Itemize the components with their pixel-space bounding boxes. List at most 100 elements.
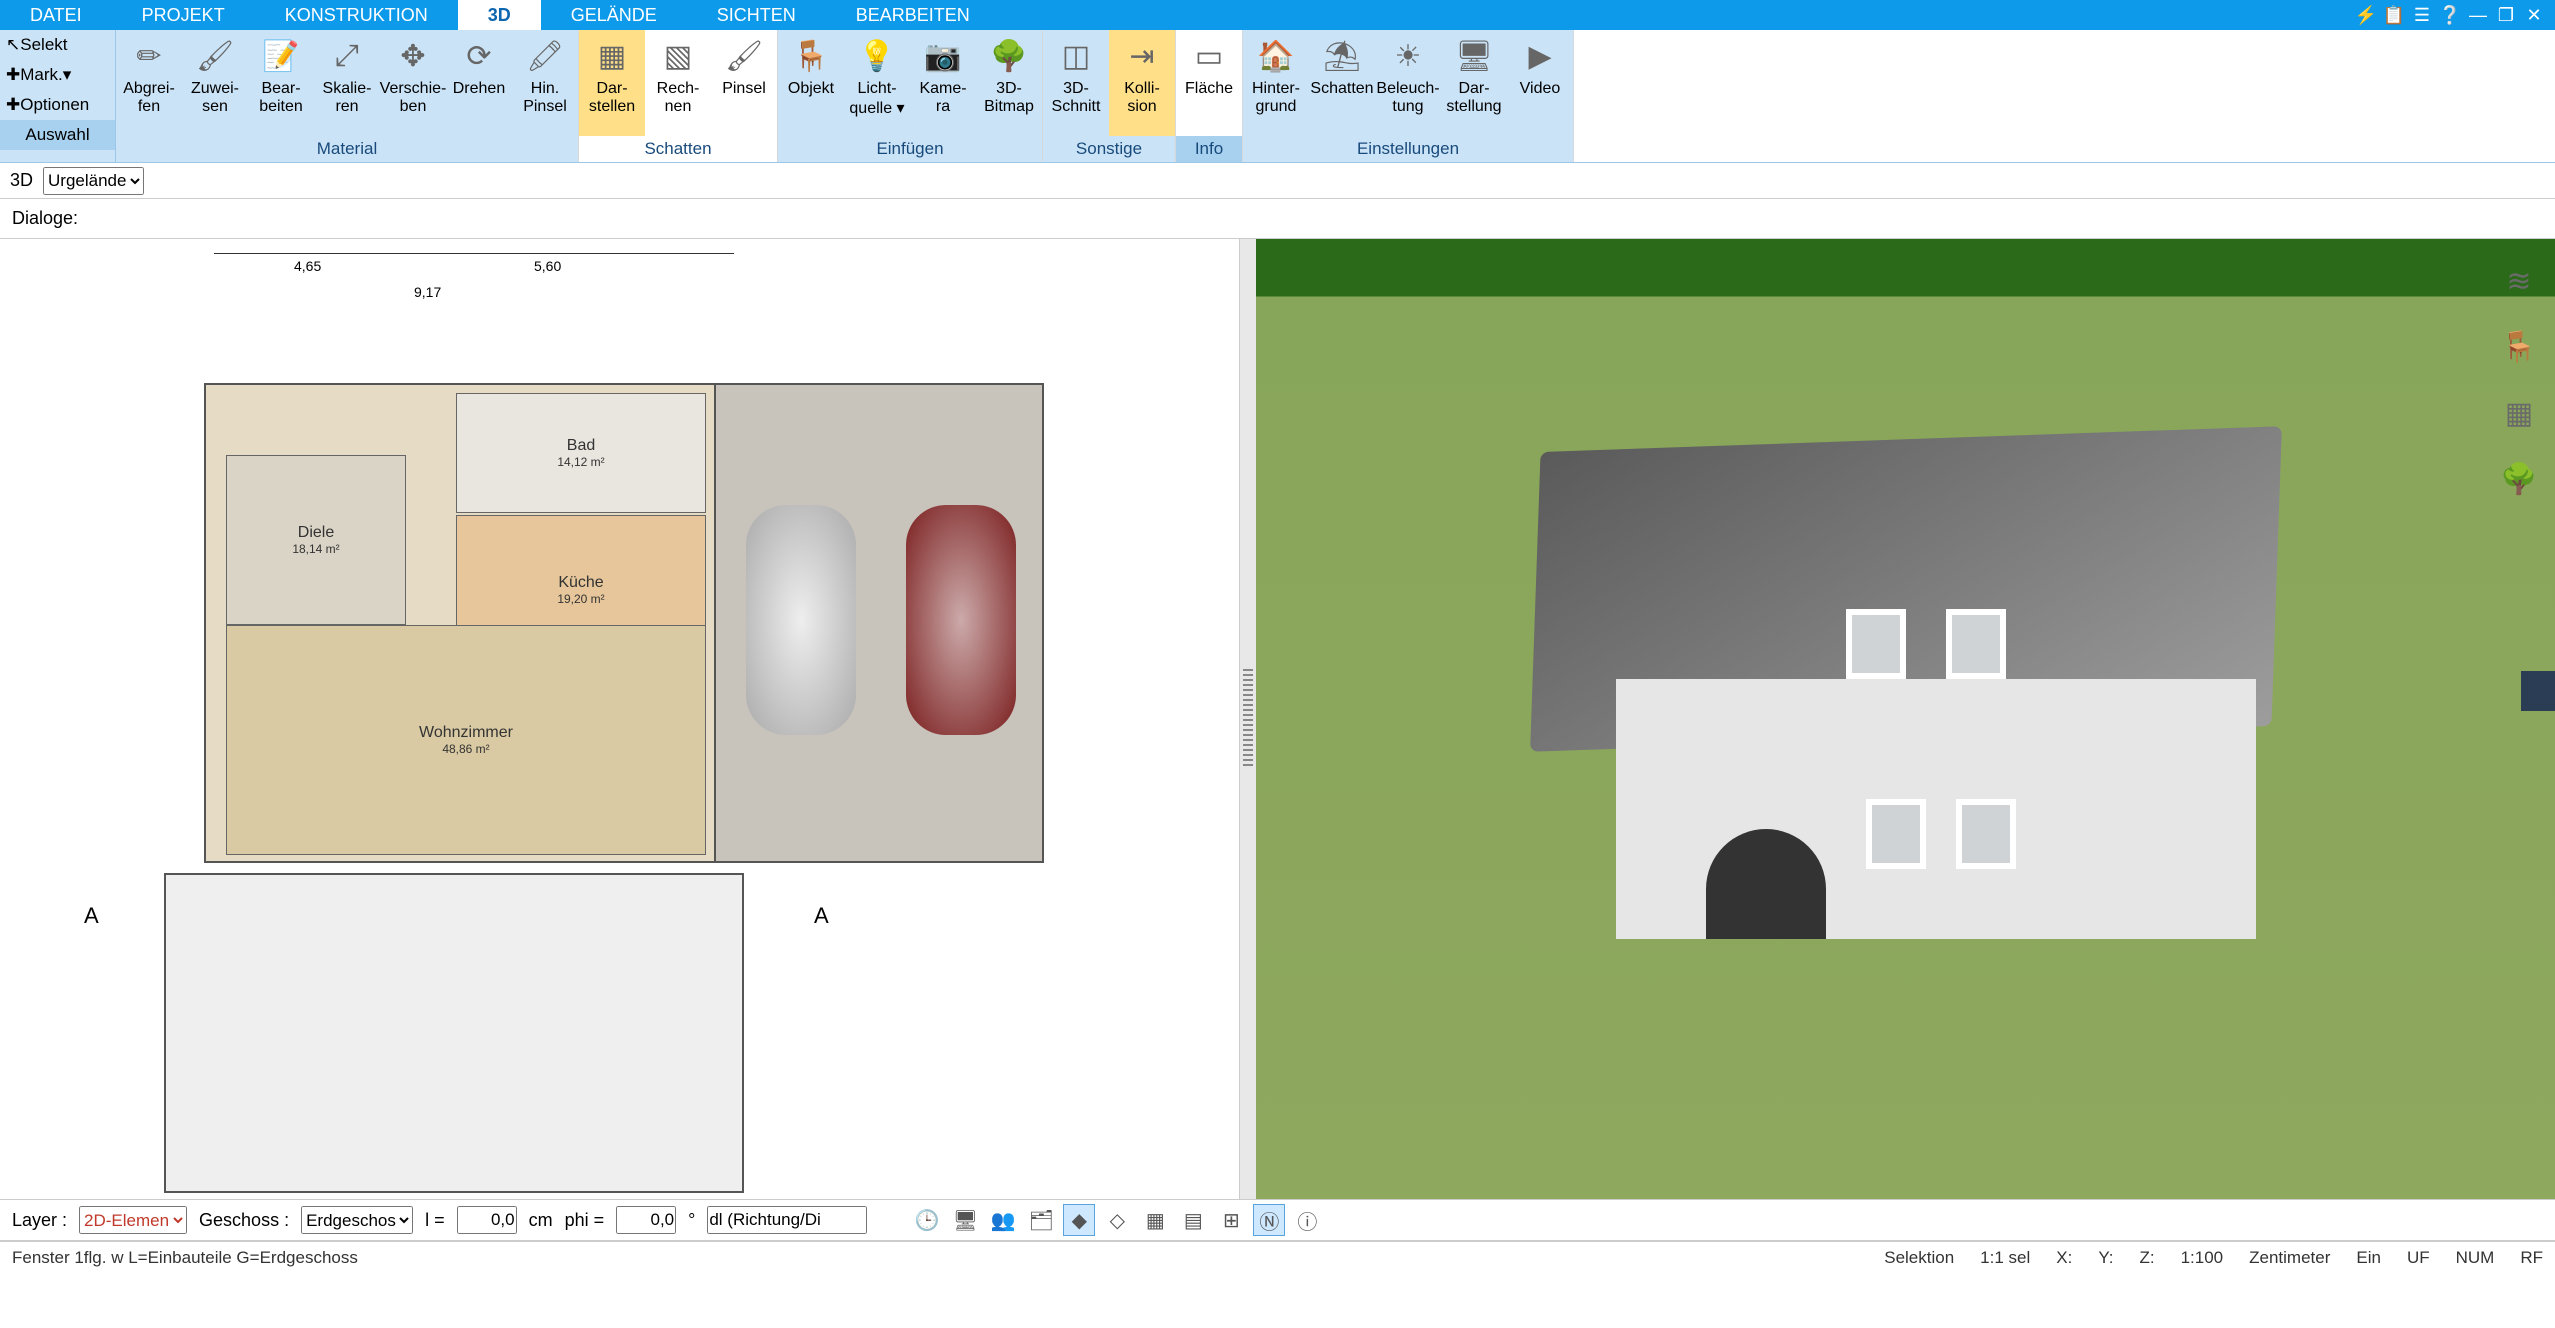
einstellungen-button-1[interactable]: ⛱Schatten xyxy=(1309,30,1375,136)
material-label-3: Skalie- ren xyxy=(323,80,372,116)
workspace: 4,65 5,60 9,17 Diele18,14 m²Bad14,12 m²K… xyxy=(0,239,2555,1199)
titlebar-icon-1[interactable]: ⚡ xyxy=(2355,4,2377,26)
einfuegen-label-2: Kame- ra xyxy=(919,80,966,116)
view-mode-label: 3D xyxy=(10,170,33,191)
material-button-6[interactable]: 🖍Hin. Pinsel xyxy=(512,30,578,136)
layer-label: Layer : xyxy=(12,1210,67,1231)
schatten-label-2: Pinsel xyxy=(722,80,766,98)
optionen-button[interactable]: ✚ Optionen xyxy=(0,90,115,120)
einfuegen-label-3: 3D- Bitmap xyxy=(984,80,1034,116)
room-bad[interactable]: Bad14,12 m² xyxy=(456,393,706,513)
material-button-5[interactable]: ⟳Drehen xyxy=(446,30,512,136)
dialoge-bar: Dialoge: xyxy=(0,199,2555,239)
einstellungen-button-4[interactable]: ▶Video xyxy=(1507,30,1573,136)
toolbar2-icon-5[interactable]: ◇ xyxy=(1101,1204,1133,1236)
maximize-button[interactable]: ❐ xyxy=(2495,4,2517,26)
l-unit: cm xyxy=(529,1210,553,1231)
room-area-1: 14,12 m² xyxy=(557,455,604,469)
info-button-0[interactable]: ▭Fläche xyxy=(1176,30,1242,136)
einfuegen-caption: Einfügen xyxy=(778,136,1042,162)
einstellungen-button-2[interactable]: ☀Beleuch- tung xyxy=(1375,30,1441,136)
einfuegen-button-0[interactable]: 🪑Objekt xyxy=(778,30,844,136)
layer-dropdown[interactable]: 2D-Elemen xyxy=(79,1206,187,1234)
mark-button[interactable]: ✚ Mark. ▾ xyxy=(0,60,115,90)
einfuegen-button-3[interactable]: 🌳3D- Bitmap xyxy=(976,30,1042,136)
right-panel-handle[interactable] xyxy=(2521,671,2555,711)
l-label: l = xyxy=(425,1210,445,1231)
sonstige-caption: Sonstige xyxy=(1043,136,1175,162)
plants-icon[interactable]: 🌳 xyxy=(2497,457,2541,501)
status-left: Fenster 1flg. w L=Einbauteile G=Erdgesch… xyxy=(12,1248,358,1268)
room-wohnzimmer[interactable]: Wohnzimmer48,86 m² xyxy=(226,625,706,855)
info-label-0: Fläche xyxy=(1185,80,1233,98)
toolbar2-icon-9[interactable]: Ⓝ xyxy=(1253,1204,1285,1236)
einstellungen-icon-3: 🖥 xyxy=(1452,36,1496,76)
schatten-label-1: Rech- nen xyxy=(657,80,700,116)
einstellungen-button-0[interactable]: 🏠Hinter- grund xyxy=(1243,30,1309,136)
ribbon-group-einstellungen: 🏠Hinter- grund⛱Schatten☀Beleuch- tung 🖥 Da… xyxy=(1243,30,1574,162)
titlebar-icon-3[interactable]: ☰ xyxy=(2411,4,2433,26)
schatten-button-2[interactable]: 🖌Pinsel xyxy=(711,30,777,136)
einstellungen-label-2: Beleuch- tung xyxy=(1376,80,1439,116)
materials-icon[interactable]: ▦ xyxy=(2497,391,2541,435)
einfuegen-button-1[interactable]: 💡Licht- quelle ▾ xyxy=(844,30,910,136)
close-button[interactable]: ✕ xyxy=(2523,4,2545,26)
tab-projekt[interactable]: PROJEKT xyxy=(112,0,255,30)
toolbar2-icon-6[interactable]: ▦ xyxy=(1139,1204,1171,1236)
material-icon-5: ⟳ xyxy=(457,36,501,76)
material-button-1[interactable]: 🖌Zuwei- sen xyxy=(182,30,248,136)
toolbar2-icon-1[interactable]: 🖥 xyxy=(949,1204,981,1236)
help-icon[interactable]: ❔ xyxy=(2439,4,2461,26)
level-dropdown[interactable]: Urgelände xyxy=(43,167,144,195)
phi-input[interactable] xyxy=(616,1206,676,1234)
dim-top-3: 9,17 xyxy=(414,284,441,300)
sonstige-button-0[interactable]: ◫3D- Schnitt xyxy=(1043,30,1109,136)
toolbar2-icon-8[interactable]: ⊞ xyxy=(1215,1204,1247,1236)
schatten-button-1[interactable]: ▧Rech- nen xyxy=(645,30,711,136)
titlebar-icon-2[interactable]: 📋 xyxy=(2383,4,2405,26)
material-icon-4: ✥ xyxy=(391,36,435,76)
tab-bearbeiten[interactable]: BEARBEITEN xyxy=(826,0,1000,30)
dim-top-2: 5,60 xyxy=(534,258,561,274)
3d-view[interactable]: ≋ 🪑 ▦ 🌳 xyxy=(1256,239,2555,1199)
toolbar2-icon-0[interactable]: 🕒 xyxy=(911,1204,943,1236)
schatten-button-0[interactable]: ▦Dar- stellen xyxy=(579,30,645,136)
toolbar2-icon-2[interactable]: 👥 xyxy=(987,1204,1019,1236)
material-button-3[interactable]: ⤢ Skalie- ren xyxy=(314,30,380,136)
room-area-2: 19,20 m² xyxy=(557,592,604,606)
l-input[interactable] xyxy=(457,1206,517,1234)
tab-datei[interactable]: DATEI xyxy=(0,0,112,30)
material-button-0[interactable]: ✏Abgrei- fen xyxy=(116,30,182,136)
status-unit: Zentimeter xyxy=(2249,1248,2330,1268)
bottom-toolbar: Layer : 2D-Elemen Geschoss : Erdgeschos … xyxy=(0,1199,2555,1241)
toolbar2-icon-4[interactable]: ◆ xyxy=(1063,1204,1095,1236)
ribbon-group-schatten: ▦Dar- stellen▧Rech- nen🖌Pinsel Schatten xyxy=(579,30,778,162)
room-name-1: Bad xyxy=(567,437,595,455)
einstellungen-label-0: Hinter- grund xyxy=(1252,80,1300,116)
pane-splitter[interactable] xyxy=(1240,239,1256,1199)
tab-gelaende[interactable]: GELÄNDE xyxy=(541,0,687,30)
material-icon-3: ⤢ xyxy=(325,36,369,76)
geschoss-dropdown[interactable]: Erdgeschos xyxy=(301,1206,413,1234)
status-x: X: xyxy=(2056,1248,2072,1268)
room-diele[interactable]: Diele18,14 m² xyxy=(226,455,406,625)
tab-3d[interactable]: 3D xyxy=(458,0,541,30)
einstellungen-button-3[interactable]: 🖥 Dar- stellung xyxy=(1441,30,1507,136)
room-area-3: 48,86 m² xyxy=(442,742,489,756)
furniture-icon[interactable]: 🪑 xyxy=(2497,325,2541,369)
layers-icon[interactable]: ≋ xyxy=(2497,259,2541,303)
einfuegen-button-2[interactable]: 📷Kame- ra xyxy=(910,30,976,136)
material-button-4[interactable]: ✥Verschie- ben xyxy=(380,30,446,136)
toolbar2-icon-3[interactable]: 🗂 xyxy=(1025,1204,1057,1236)
einstellungen-label-3: Dar- stellung xyxy=(1446,80,1501,116)
selekt-button[interactable]: ↖ Selekt xyxy=(0,30,115,60)
floorplan-view[interactable]: 4,65 5,60 9,17 Diele18,14 m²Bad14,12 m²K… xyxy=(0,239,1240,1199)
tab-konstruktion[interactable]: KONSTRUKTION xyxy=(255,0,458,30)
minimize-button[interactable]: — xyxy=(2467,4,2489,26)
tab-sichten[interactable]: SICHTEN xyxy=(687,0,826,30)
material-button-2[interactable]: 📝Bear- beiten xyxy=(248,30,314,136)
dl-input[interactable] xyxy=(707,1206,867,1234)
sonstige-button-1[interactable]: ⇥Kolli- sion xyxy=(1109,30,1175,136)
toolbar2-icon-7[interactable]: ▤ xyxy=(1177,1204,1209,1236)
toolbar2-icon-10[interactable]: ⓘ xyxy=(1291,1204,1323,1236)
